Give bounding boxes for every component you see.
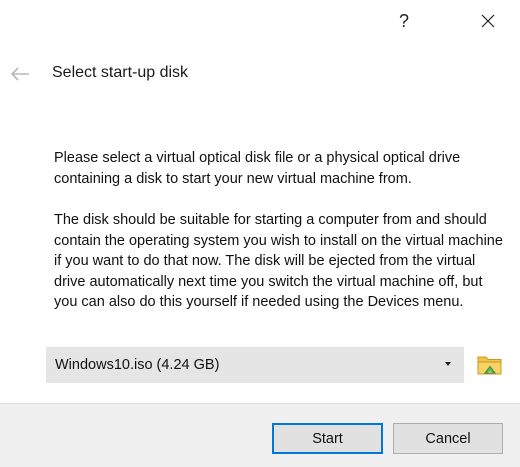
dialog-footer: Start Cancel <box>0 403 520 467</box>
back-button[interactable] <box>8 62 32 86</box>
intro-paragraph: Please select a virtual optical disk fil… <box>54 150 461 187</box>
browse-disk-button[interactable] <box>475 350 505 380</box>
disk-select-value: Windows10.iso (4.24 GB) <box>55 357 220 373</box>
page-title: Select start-up disk <box>52 64 189 81</box>
dropdown-arrow-icon <box>445 362 451 366</box>
question-mark-icon: ? <box>398 10 409 31</box>
cancel-button[interactable]: Cancel <box>393 423 503 454</box>
disk-select-dropdown[interactable]: Windows10.iso (4.24 GB) <box>46 347 464 383</box>
close-button[interactable] <box>471 6 505 36</box>
back-arrow-icon <box>10 67 29 81</box>
title-bar: ? <box>0 0 520 42</box>
help-button[interactable]: ? <box>387 6 421 36</box>
description-paragraph: The disk should be suitable for starting… <box>54 212 503 311</box>
close-icon <box>481 14 495 28</box>
start-button[interactable]: Start <box>272 423 383 454</box>
folder-icon <box>477 356 502 375</box>
